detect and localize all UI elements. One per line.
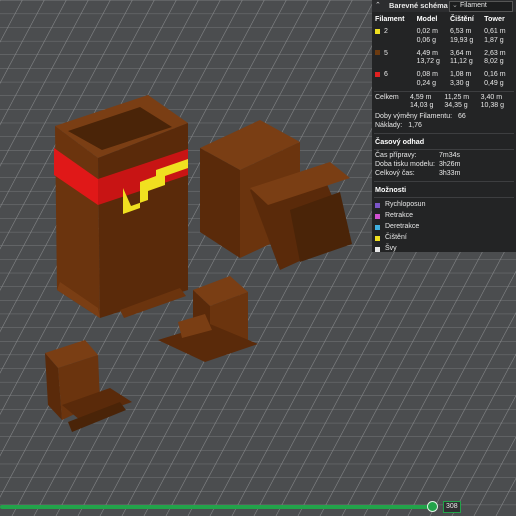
model-length: 4,49 m <box>416 49 438 57</box>
option-label: Rychloposun <box>385 201 426 209</box>
color-swatch <box>375 214 380 219</box>
totals-table: Celkem 4,59 m 14,03 g 11,25 m 34,35 g 3,40… <box>374 94 514 112</box>
purge-weight: 11,12 g <box>449 58 473 66</box>
cost-value: 1,76 <box>408 122 422 130</box>
prep-time: Čas přípravy: 7m34s <box>372 152 516 161</box>
cost: Náklady: 1,76 <box>372 122 516 131</box>
divider <box>374 149 514 150</box>
option-retract[interactable]: Retrakce <box>372 211 516 222</box>
prep-value: 7m34s <box>439 152 461 160</box>
purge-weight: 3,30 g <box>449 79 470 87</box>
color-swatch <box>375 203 380 208</box>
color-swatch <box>375 50 380 56</box>
total-tower-length: 3,40 m <box>480 93 503 101</box>
model-weight: 0,06 g <box>416 36 437 44</box>
option-label: Čištění <box>385 234 407 242</box>
divider <box>374 90 514 92</box>
legend-panel: ⌃ Barevné schéma ⌄ Filament Filament Mod… <box>372 0 516 252</box>
print-value: 3h26m <box>439 161 461 169</box>
total-label: Celkem <box>375 93 399 101</box>
print-label: Doba tisku modelu: <box>375 161 435 169</box>
tower-length: 0,16 m <box>484 71 506 78</box>
prep-label: Čas přípravy: <box>375 152 417 160</box>
model-weight: 0,24 g <box>416 79 437 87</box>
model-length: 0,08 m <box>416 71 438 78</box>
col-tower: Tower <box>484 14 505 23</box>
chevron-down-icon: ⌄ <box>452 1 458 9</box>
option-deretract[interactable]: Deretrakce <box>372 222 516 233</box>
option-wipe[interactable]: Čištění <box>372 233 516 244</box>
total-purge-length: 11,25 m <box>444 93 470 101</box>
tower-length: 0,61 m <box>484 28 506 35</box>
model-length: 0,02 m <box>416 28 438 35</box>
filament-id: 5 <box>384 49 388 57</box>
filament-changes: Doby výměny Filamentu: 66 <box>372 113 516 122</box>
table-row: 2 0,02 m 0,06 g 6,53 m 19,93 g 0,61 m 1,87 … <box>374 24 514 46</box>
filament-table: Filament Model Čištění Tower 2 0,02 m 0,0… <box>374 12 514 89</box>
changes-value: 66 <box>458 113 466 121</box>
collapse-icon[interactable]: ⌃ <box>375 2 383 11</box>
color-swatch <box>375 71 380 77</box>
option-label: Švy <box>385 245 397 253</box>
total-tower-weight: 10,38 g <box>480 102 504 110</box>
view-type-value: Filament <box>460 1 487 9</box>
view-type-select[interactable]: ⌄ Filament <box>449 0 513 12</box>
total-time-value: 3h33m <box>439 170 461 178</box>
color-swatch <box>375 28 380 34</box>
filament-id: 6 <box>384 71 388 78</box>
purge-length: 6,53 m <box>449 28 472 35</box>
legend-header: ⌃ Barevné schéma ⌄ Filament <box>372 0 516 12</box>
slider-track <box>0 505 432 509</box>
purge-length: 1,08 m <box>449 71 472 78</box>
total-time: Celkový čas: 3h33m <box>372 170 516 179</box>
model-tall-box[interactable] <box>54 95 188 318</box>
option-label: Deretrakce <box>385 223 420 231</box>
options-section-title: Možnosti <box>375 185 407 194</box>
color-swatch <box>375 225 380 230</box>
tower-weight: 1,87 g <box>484 36 504 44</box>
model-weight: 13,72 g <box>416 58 440 66</box>
tower-weight: 8,02 g <box>484 58 504 66</box>
tower-weight: 0,49 g <box>484 79 504 87</box>
divider <box>374 133 514 134</box>
col-model: Model <box>416 14 438 23</box>
divider <box>374 181 514 182</box>
option-label: Retrakce <box>385 212 414 220</box>
table-row: 6 0,08 m 0,24 g 1,08 m 3,30 g 0,16 m 0,49 g <box>374 67 514 89</box>
filament-id: 2 <box>384 28 388 35</box>
option-travel[interactable]: Rychloposun <box>372 200 516 211</box>
total-time-label: Celkový čas: <box>375 170 415 178</box>
option-seams[interactable]: Švy <box>372 244 516 255</box>
col-filament: Filament <box>375 14 405 23</box>
color-swatch <box>375 247 380 252</box>
total-row: Celkem 4,59 m 14,03 g 11,25 m 34,35 g 3,40… <box>374 94 514 112</box>
divider <box>374 197 514 198</box>
total-purge-weight: 34,35 g <box>444 102 468 110</box>
time-section-title: Časový odhad <box>375 137 425 146</box>
col-purge: Čištění <box>449 14 474 23</box>
purge-weight: 19,93 g <box>449 36 474 44</box>
legend-title: Barevné schéma <box>389 1 448 11</box>
total-model-weight: 14,03 g <box>410 102 434 110</box>
color-swatch <box>375 236 380 241</box>
purge-length: 3,64 m <box>449 49 472 57</box>
cost-label: Náklady: <box>375 122 403 130</box>
slider-value: 308 <box>443 501 461 513</box>
table-row: 5 4,49 m 13,72 g 3,64 m 11,12 g 2,63 m 8,02… <box>374 46 514 68</box>
slider-handle[interactable] <box>427 501 438 512</box>
layer-slider[interactable]: 308 <box>0 500 516 516</box>
changes-label: Doby výměny Filamentu: <box>375 113 453 121</box>
print-time: Doba tisku modelu: 3h26m <box>372 161 516 170</box>
total-model-length: 4,59 m <box>410 93 432 101</box>
tower-length: 2,63 m <box>484 49 506 57</box>
